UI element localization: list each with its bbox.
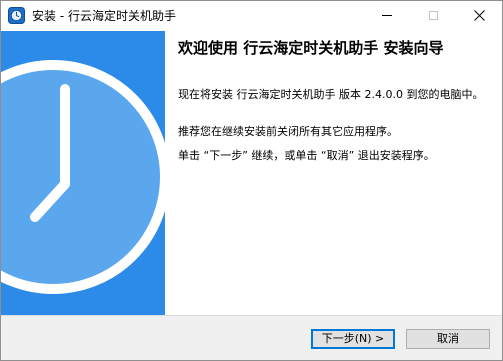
minimize-button[interactable] [364, 1, 410, 30]
button-bar: 下一步(N) > 取消 [1, 315, 502, 360]
clock-illustration [1, 60, 165, 294]
installer-window: 安装 - 行云海定时关机助手 欢迎使用 行云海定时关机助手 安装向导 现在将安装… [0, 0, 503, 361]
welcome-content: 欢迎使用 行云海定时关机助手 安装向导 现在将安装 行云海定时关机助手 版本 2… [165, 31, 502, 315]
close-icon [473, 10, 485, 21]
welcome-heading: 欢迎使用 行云海定时关机助手 安装向导 [178, 39, 444, 57]
cancel-button[interactable]: 取消 [406, 329, 490, 349]
app-icon [8, 7, 25, 24]
maximize-icon [428, 11, 438, 20]
wizard-banner [1, 31, 165, 315]
install-info-text: 现在将安装 行云海定时关机助手 版本 2.4.0.0 到您的电脑中。 [178, 88, 484, 101]
window-title: 安装 - 行云海定时关机助手 [32, 9, 176, 23]
instructions-text: 单击 “下一步” 继续，或单击 “取消” 退出安装程序。 [178, 149, 435, 162]
title-bar[interactable]: 安装 - 行云海定时关机助手 [1, 1, 502, 31]
minimize-icon [382, 15, 392, 16]
next-button[interactable]: 下一步(N) > [311, 329, 395, 349]
maximize-button[interactable] [410, 1, 456, 30]
close-button[interactable] [456, 1, 502, 30]
close-apps-text: 推荐您在继续安装前关闭所有其它应用程序。 [178, 125, 398, 138]
